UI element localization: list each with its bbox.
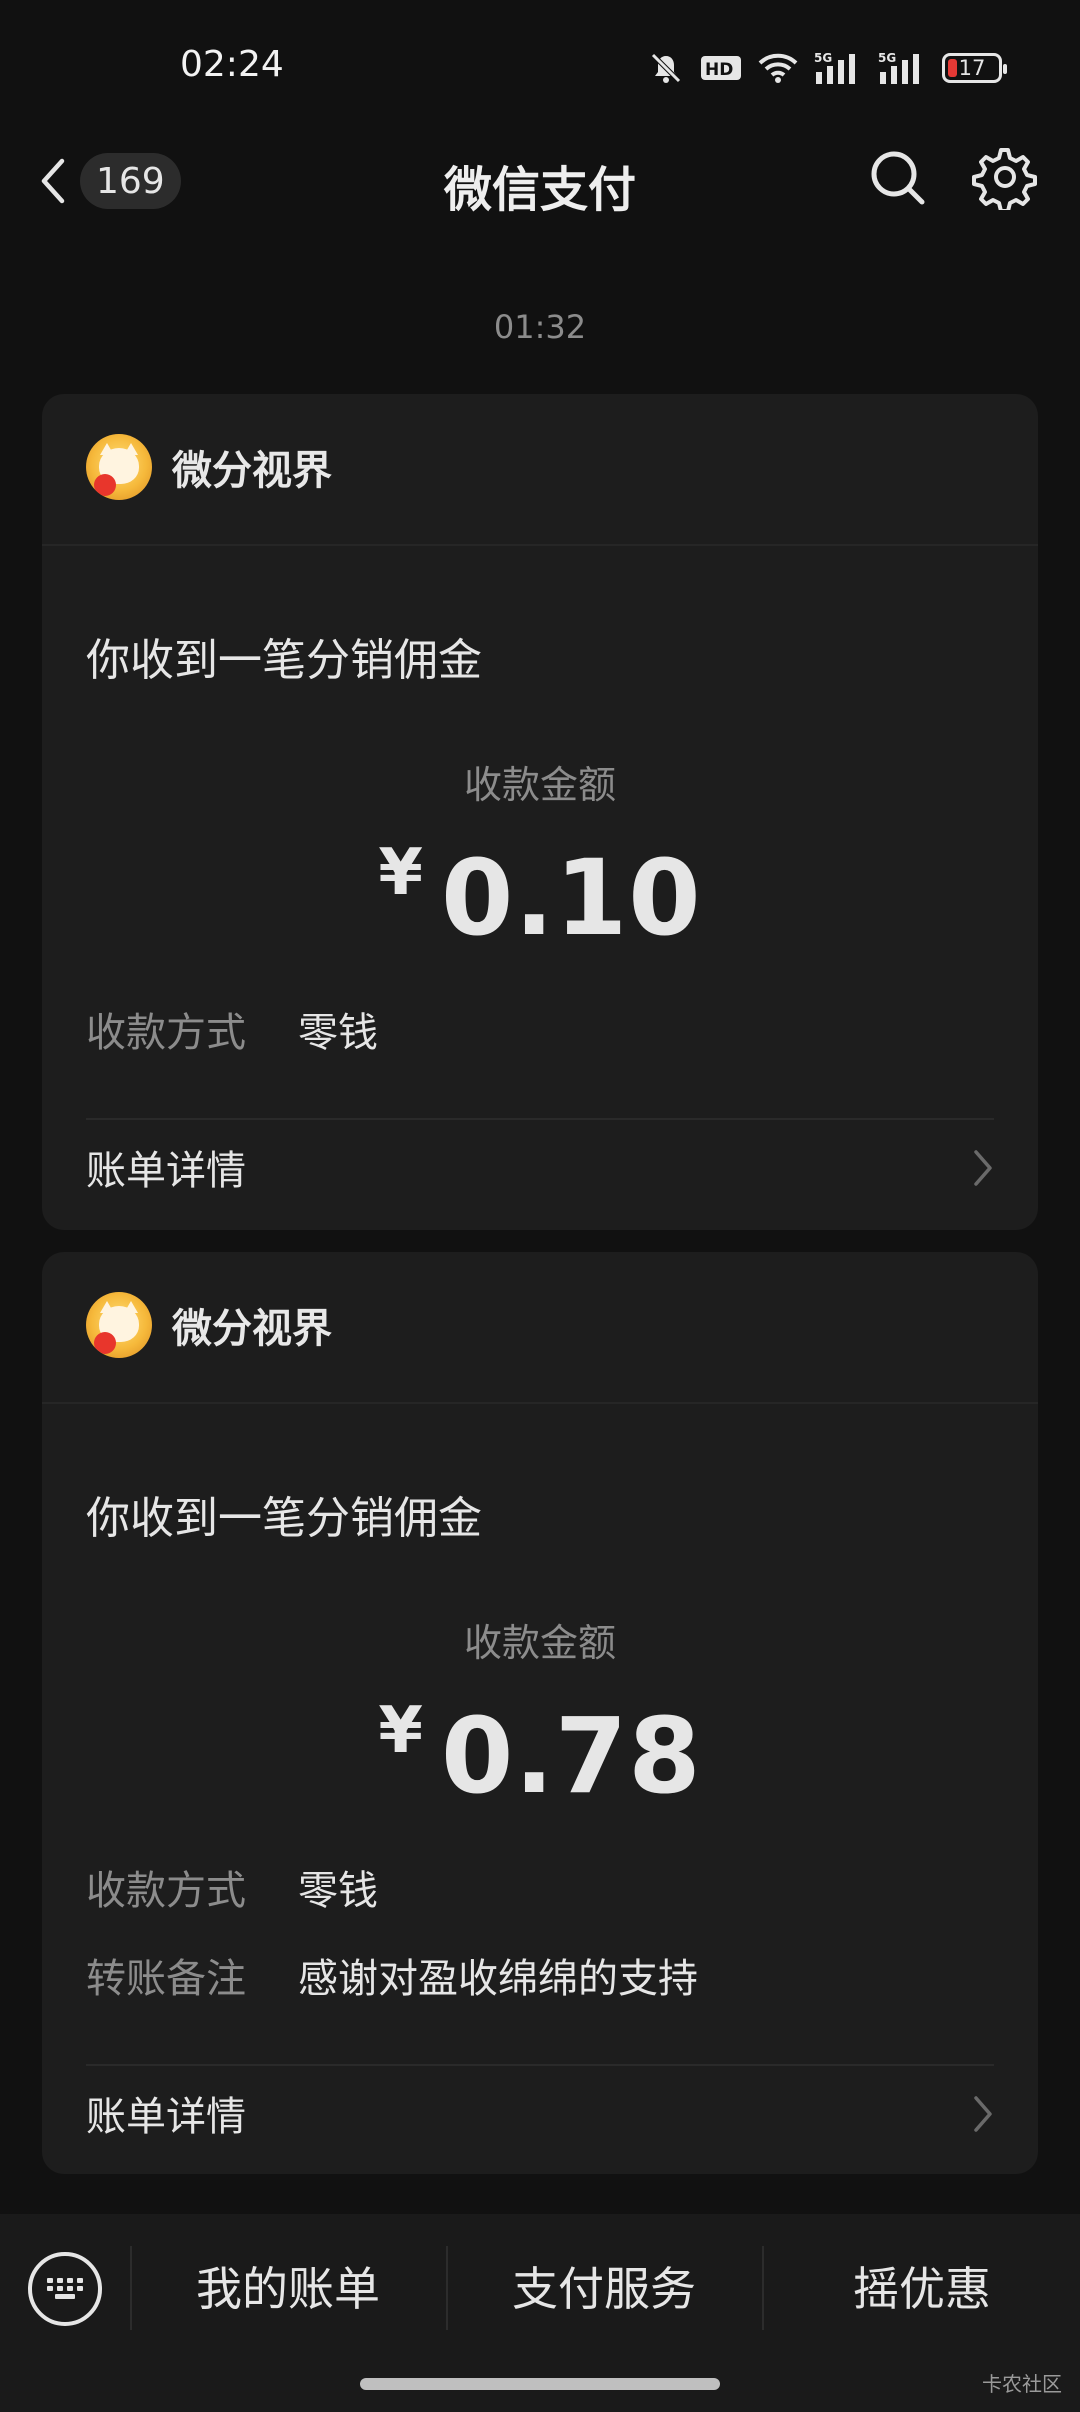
- status-time: 02:24: [180, 44, 284, 85]
- svg-text:HD: HD: [705, 60, 733, 80]
- card-header[interactable]: 微分视界: [42, 394, 1038, 546]
- amount-value: ¥0.78: [42, 1694, 1038, 1817]
- mute-bell-icon: [651, 53, 681, 83]
- gear-icon: [972, 148, 1037, 213]
- transfer-note-row: 转账备注 感谢对盈收绵绵的支持: [86, 1946, 698, 2004]
- card-title: 你收到一笔分销佣金: [86, 1493, 482, 1544]
- bill-details-row[interactable]: 账单详情: [42, 2066, 1038, 2166]
- keyboard-toggle-button[interactable]: [28, 2252, 102, 2326]
- bill-details-label: 账单详情: [86, 1148, 246, 1194]
- svg-text:5G: 5G: [878, 51, 896, 65]
- 5g-signal-icon: 5G: [814, 51, 855, 84]
- message-timestamp: 01:32: [493, 308, 587, 346]
- payment-method-label: 收款方式: [86, 1010, 246, 1056]
- currency-symbol: ¥: [378, 836, 423, 910]
- payment-method-label: 收款方式: [86, 1868, 246, 1914]
- keyboard-icon: [47, 2278, 83, 2300]
- 5g-signal-icon: 5G: [878, 51, 919, 84]
- payment-card[interactable]: 微分视界 你收到一笔分销佣金 收款金额 ¥0.10 收款方式 零钱 账单详情: [42, 394, 1038, 1230]
- wechat-pay-screen: 02:24 HD 5G 5G 17 169 微信支付 01:32 微分视界 你收…: [0, 0, 1080, 2412]
- amount-value: ¥0.10: [42, 836, 1038, 959]
- hd-icon: HD: [701, 56, 741, 80]
- payment-method-value: 零钱: [298, 1868, 378, 1914]
- merchant-avatar: [86, 1292, 152, 1358]
- status-icons: HD 5G 5G 17: [648, 48, 1007, 88]
- amount-number: 0.78: [440, 1695, 702, 1817]
- card-title: 你收到一笔分销佣金: [86, 635, 482, 686]
- search-button[interactable]: [866, 146, 930, 210]
- status-bar: 02:24 HD 5G 5G 17: [0, 0, 1080, 130]
- payment-method-row: 收款方式 零钱: [86, 1858, 378, 1916]
- payment-card[interactable]: 微分视界 你收到一笔分销佣金 收款金额 ¥0.78 收款方式 零钱 转账备注 感谢对…: [42, 1252, 1038, 2174]
- svg-text:5G: 5G: [814, 51, 832, 65]
- menu-shake-offers[interactable]: 摇优惠: [764, 2252, 1080, 2326]
- amount-label: 收款金额: [463, 1621, 616, 1665]
- home-indicator[interactable]: [360, 2378, 720, 2390]
- payment-method-value: 零钱: [298, 1010, 378, 1056]
- chevron-right-icon: [974, 2096, 992, 2132]
- payment-method-row: 收款方式 零钱: [86, 1000, 378, 1058]
- wifi-icon: [758, 53, 798, 83]
- transfer-note-label: 转账备注: [86, 1956, 246, 2002]
- battery-level: 17: [958, 56, 986, 80]
- title-bar: 169 微信支付: [0, 130, 1080, 230]
- settings-button[interactable]: [972, 144, 1038, 213]
- watermark: 卡农社区: [982, 2372, 1062, 2396]
- transfer-note-value: 感谢对盈收绵绵的支持: [298, 1956, 698, 2002]
- amount-number: 0.10: [440, 837, 702, 959]
- battery-icon: 17: [942, 53, 1007, 83]
- bill-details-label: 账单详情: [86, 2094, 246, 2140]
- merchant-name: 微分视界: [172, 448, 332, 494]
- menu-payment-services[interactable]: 支付服务: [448, 2252, 760, 2326]
- currency-symbol: ¥: [378, 1694, 423, 1768]
- chevron-right-icon: [974, 1150, 992, 1186]
- amount-label: 收款金额: [463, 763, 616, 807]
- merchant-name: 微分视界: [172, 1306, 332, 1352]
- search-icon: [871, 151, 925, 205]
- battery-fill: [948, 59, 957, 77]
- merchant-avatar: [86, 434, 152, 500]
- bill-details-row[interactable]: 账单详情: [42, 1120, 1038, 1220]
- card-header[interactable]: 微分视界: [42, 1252, 1038, 1404]
- menu-my-bills[interactable]: 我的账单: [132, 2252, 444, 2326]
